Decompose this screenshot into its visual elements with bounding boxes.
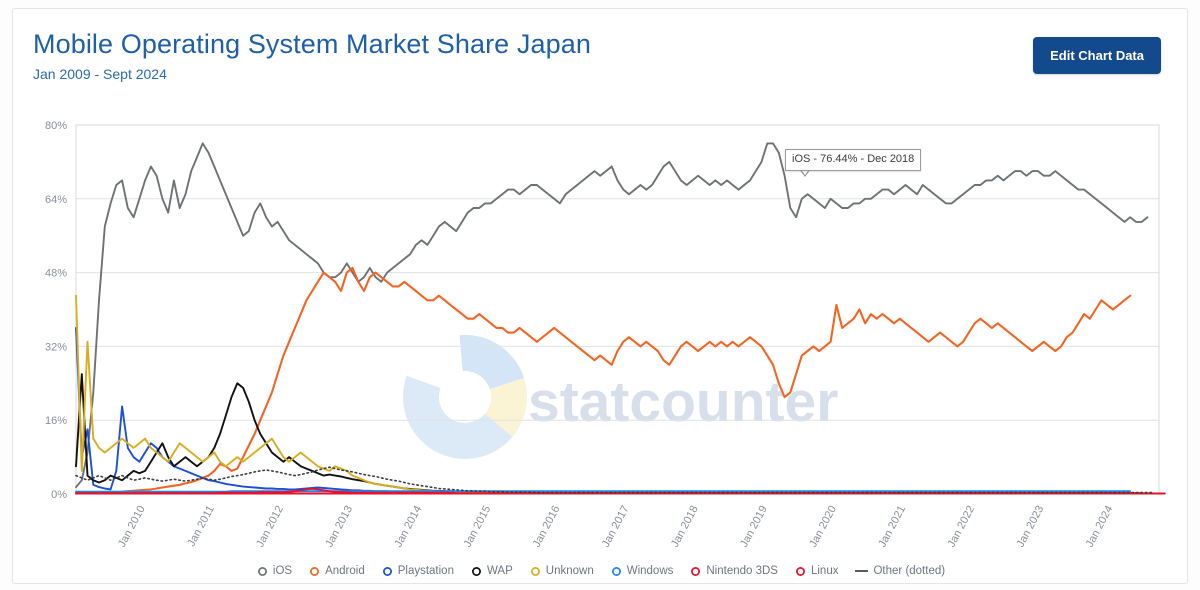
legend-item-playstation[interactable]: Playstation	[382, 565, 454, 577]
x-axis-tick-label: Jan 2011	[185, 504, 216, 549]
x-axis-tick-label: Jan 2023	[1015, 504, 1047, 550]
chart-card: Mobile Operating System Market Share Jap…	[12, 8, 1188, 584]
x-axis-tick-label: Jan 2012	[254, 504, 286, 550]
legend-item-nintendo-3ds[interactable]: Nintendo 3DS	[690, 565, 778, 577]
legend-item-windows[interactable]: Windows	[611, 565, 674, 577]
legend-item-label: Windows	[626, 565, 674, 577]
edit-chart-data-button[interactable]: Edit Chart Data	[1033, 37, 1161, 74]
data-point-tooltip: iOS - 76.44% - Dec 2018	[785, 149, 922, 171]
legend-item-other-dotted[interactable]: Other (dotted)	[855, 565, 945, 577]
legend-item-label: Android	[325, 565, 365, 577]
legend-item-label: Other (dotted)	[873, 565, 946, 577]
x-axis-tick-label: Jan 2017	[600, 504, 632, 550]
y-axis-tick-label: 80%	[45, 120, 67, 132]
legend-line-marker	[855, 570, 869, 572]
series-line-other-dotted	[75, 466, 1154, 494]
legend-item-unknown[interactable]: Unknown	[530, 565, 594, 577]
legend-item-linux[interactable]: Linux	[795, 565, 839, 577]
series-line-ios	[75, 142, 1149, 489]
chart-date-range: Jan 2009 - Sept 2024	[33, 66, 167, 82]
legend-circle-marker	[690, 566, 701, 577]
y-axis-tick-label: 48%	[45, 268, 67, 280]
y-axis-tick-label: 32%	[45, 341, 67, 353]
legend-item-label: iOS	[272, 565, 293, 577]
legend-circle-marker	[309, 566, 320, 577]
x-axis-tick-label: Jan 2013	[323, 504, 355, 550]
legend-item-label: Nintendo 3DS	[706, 565, 778, 577]
chart-legend: iOS Android Playstation WAP Unknown Windows Ni…	[13, 565, 1189, 577]
legend-item-wap[interactable]: WAP	[471, 565, 513, 577]
x-axis-tick-label: Jan 2022	[945, 504, 977, 550]
x-axis-tick-label: Jan 2019	[738, 504, 770, 550]
legend-item-ios[interactable]: iOS	[257, 565, 292, 577]
series-line-windows	[75, 490, 1132, 493]
x-axis-tick-label: Jan 2020	[807, 504, 839, 550]
legend-circle-marker	[382, 566, 393, 577]
statcounter-chart-page: Mobile Operating System Market Share Jap…	[0, 0, 1200, 590]
x-axis-tick-label: Jan 2024	[1084, 504, 1116, 550]
watermark-text: statcounter	[528, 370, 838, 434]
statcounter-watermark: statcounter	[402, 335, 838, 460]
legend-circle-marker	[530, 566, 541, 577]
x-axis-tick-label: Jan 2010	[116, 504, 148, 550]
y-gridlines: 0% 16% 32% 48% 64% 80%	[45, 120, 1159, 501]
page-title: Mobile Operating System Market Share Jap…	[33, 29, 591, 59]
legend-circle-marker	[611, 566, 622, 577]
legend-circle-marker	[795, 566, 806, 577]
line-chart-svg: statcounter0%16%32%48%64%80%Jan 2010 Jan …	[45, 120, 1166, 550]
x-axis-tick-label: Jan 2018	[669, 504, 701, 550]
chart-plot-area: statcounter 0% 16% 32% 48% 64% 80% Jan 2010 Jan …	[13, 109, 1189, 589]
legend-item-label: Playstation	[397, 565, 454, 577]
x-axis-tick-label: Jan 2014	[392, 504, 424, 550]
x-axis-tick-label: Jan 2015	[462, 504, 494, 550]
y-axis-tick-label: 0%	[51, 489, 67, 501]
legend-circle-marker	[471, 566, 482, 577]
legend-item-android[interactable]: Android	[309, 565, 365, 577]
y-axis-tick-label: 64%	[45, 194, 67, 206]
y-axis-tick-label: 16%	[45, 415, 67, 427]
x-axis-ticks: Jan 2010 Jan 2011 Jan 2012 Jan 2013 Jan 2014…	[116, 504, 1116, 550]
x-axis-tick-label: Jan 2016	[531, 504, 563, 550]
x-axis-tick-label: Jan 2021	[876, 504, 908, 550]
legend-circle-marker	[257, 566, 268, 577]
legend-item-label: Unknown	[545, 565, 594, 577]
legend-item-label: Linux	[810, 565, 839, 577]
legend-item-label: WAP	[486, 565, 513, 577]
chart-header: Mobile Operating System Market Share Jap…	[33, 27, 1033, 84]
